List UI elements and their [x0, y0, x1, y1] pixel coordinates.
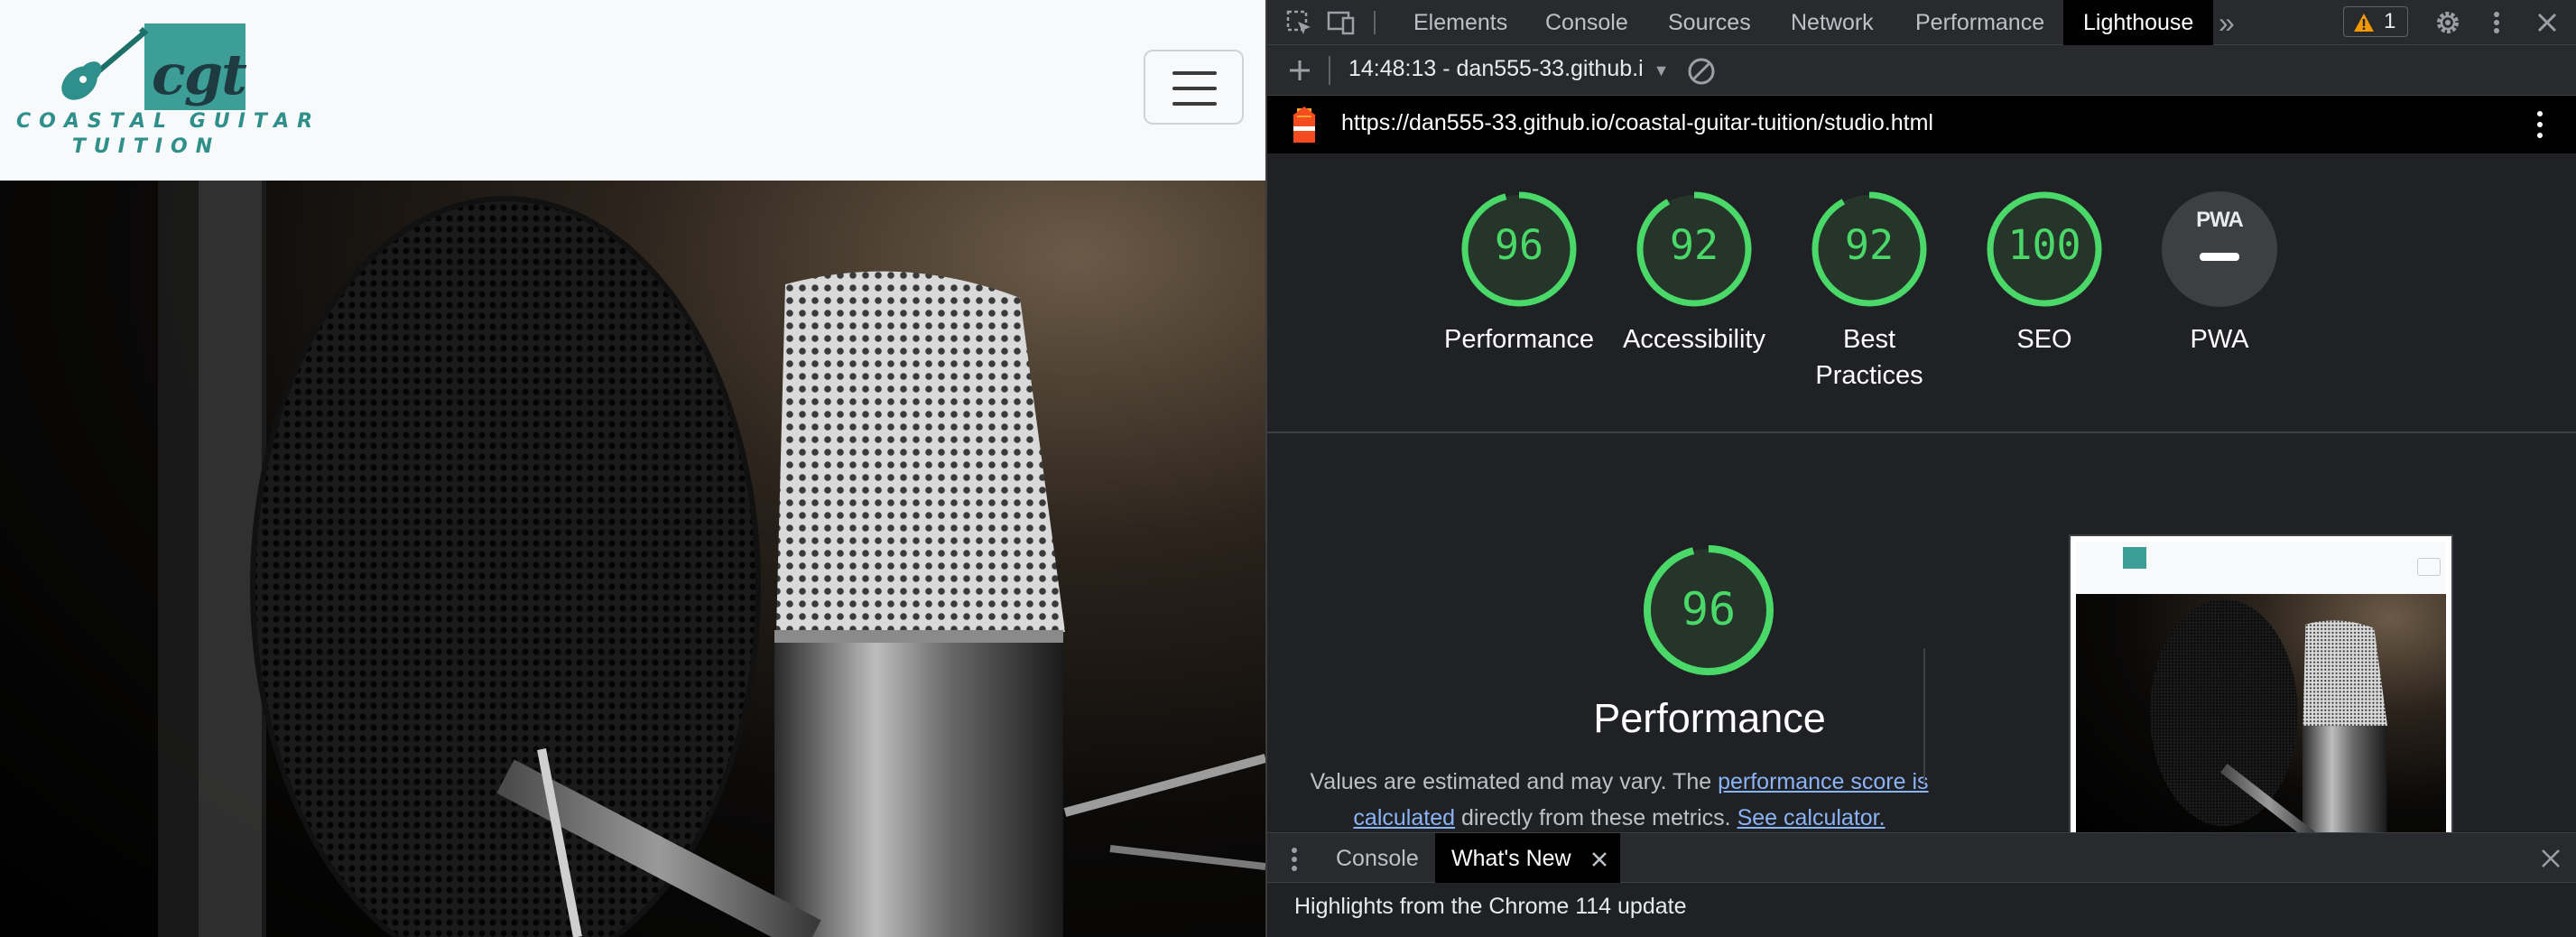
separator — [1329, 56, 1330, 85]
site-logo[interactable]: cgt COASTAL GUITAR TUITION — [16, 22, 321, 158]
site-navbar: cgt COASTAL GUITAR TUITION — [0, 0, 1265, 181]
more-tabs-icon[interactable]: » — [2219, 0, 2235, 45]
lighthouse-icon — [1293, 107, 1316, 143]
score-value: 92 — [1669, 221, 1719, 269]
pwa-badge-text: PWA — [2196, 208, 2244, 232]
score-value: 92 — [1844, 221, 1895, 269]
desc-text: directly from these metrics. — [1455, 805, 1737, 830]
chevron-down-icon: ▼ — [1653, 61, 1670, 79]
gauge-accessibility[interactable]: 92 Accessibility — [1608, 190, 1780, 357]
performance-title: Performance — [1593, 695, 1826, 741]
hero-image — [0, 181, 1265, 937]
gauge-performance-large: 96 — [1623, 543, 1794, 677]
whats-new-highlight: Highlights from the Chrome 114 update — [1294, 894, 1687, 919]
hamburger-icon — [1172, 71, 1217, 75]
microphone-illustration — [2149, 598, 2387, 832]
devtools-panel: Elements Console Sources Network Perform… — [1265, 0, 2576, 937]
see-calculator-link[interactable]: See calculator. — [1737, 805, 1886, 830]
score-label: Performance — [1443, 325, 1594, 354]
settings-icon[interactable] — [2433, 9, 2462, 36]
website-viewport: cgt COASTAL GUITAR TUITION — [0, 0, 1265, 937]
report-url[interactable]: https://dan555-33.github.io/coastal-guit… — [1341, 110, 1933, 136]
lighthouse-toolbar: 14:48:13 - dan555-33.github.i ▼ — [1267, 45, 2576, 96]
warning-counter[interactable]: 1 — [2343, 6, 2408, 37]
clear-icon[interactable] — [1686, 56, 1717, 87]
kebab-menu-icon[interactable] — [2531, 108, 2549, 141]
logo-name-line1: COASTAL GUITAR — [16, 110, 321, 133]
drawer-tab-whats-new[interactable]: What's New — [1435, 833, 1620, 884]
drawer-content: Highlights from the Chrome 114 update — [1267, 883, 2576, 937]
thumbnail-hero — [2076, 594, 2446, 832]
report-select-value: 14:48:13 - dan555-33.github.i — [1348, 56, 1644, 81]
score-value: 96 — [1494, 221, 1544, 269]
gauge-pwa[interactable]: PWA PWA — [2134, 190, 2305, 357]
vertical-divider — [1923, 648, 1925, 784]
drawer-tab-label: What's New — [1451, 846, 1571, 871]
score-label: PWA — [2190, 325, 2249, 354]
hamburger-line — [1172, 87, 1217, 90]
desc-text: Values are estimated and may vary. The — [1310, 769, 1719, 794]
gauge-seo[interactable]: 100 SEO — [1959, 190, 2130, 357]
logo-name-line2: TUITION — [71, 135, 221, 158]
score-label: SEO — [2016, 325, 2072, 354]
final-screenshot-thumbnail[interactable] — [2069, 534, 2453, 832]
score-label: Accessibility — [1623, 325, 1765, 354]
tab-console[interactable]: Console — [1545, 0, 1628, 45]
drawer-tab-console[interactable]: Console — [1336, 833, 1419, 884]
performance-description: Values are estimated and may vary. The p… — [1294, 764, 1944, 832]
kebab-menu-icon[interactable] — [2482, 9, 2511, 36]
warning-icon — [2354, 14, 2374, 32]
section-divider — [1267, 431, 2576, 433]
tab-sources[interactable]: Sources — [1668, 0, 1751, 45]
guitar-icon — [61, 26, 149, 100]
navbar-toggler-button[interactable] — [1144, 50, 1244, 125]
drawer-tab-bar: Console What's New — [1267, 832, 2576, 884]
score-label: Best Practices — [1815, 325, 1923, 390]
report-url-bar: https://dan555-33.github.io/coastal-guit… — [1267, 96, 2576, 153]
tab-lighthouse[interactable]: Lighthouse — [2063, 0, 2214, 45]
close-icon[interactable] — [2533, 9, 2562, 36]
score-value: 100 — [2007, 221, 2081, 269]
lighthouse-report: 96 Performance 92 Accessibility 92 Best … — [1267, 153, 2576, 832]
drawer-menu-icon[interactable] — [1289, 846, 1300, 873]
add-icon[interactable] — [1287, 58, 1312, 83]
devtools-tab-bar: Elements Console Sources Network Perform… — [1267, 0, 2576, 45]
report-select[interactable]: 14:48:13 - dan555-33.github.i ▼ — [1348, 56, 1669, 82]
logo-monogram: cgt — [152, 42, 247, 107]
gauge-performance[interactable]: 96 Performance — [1433, 190, 1605, 357]
warning-count: 1 — [2384, 9, 2396, 33]
hamburger-line — [1172, 102, 1217, 106]
score-value: 96 — [1681, 583, 1737, 635]
microphone-illustration — [158, 181, 1265, 937]
device-toggle-icon[interactable] — [1327, 9, 1356, 36]
thumbnail-navbar — [2076, 542, 2446, 594]
separator — [1374, 11, 1376, 34]
inspect-icon[interactable] — [1285, 9, 1314, 36]
tab-network[interactable]: Network — [1791, 0, 1874, 45]
thumbnail-logo — [2123, 547, 2146, 569]
close-icon[interactable] — [2540, 848, 2562, 869]
thumbnail-toggler — [2417, 558, 2441, 576]
gauge-best-practices[interactable]: 92 Best Practices — [1784, 190, 1955, 394]
tab-performance[interactable]: Performance — [1915, 0, 2044, 45]
close-icon[interactable] — [1591, 851, 1608, 867]
tab-elements[interactable]: Elements — [1413, 0, 1507, 45]
